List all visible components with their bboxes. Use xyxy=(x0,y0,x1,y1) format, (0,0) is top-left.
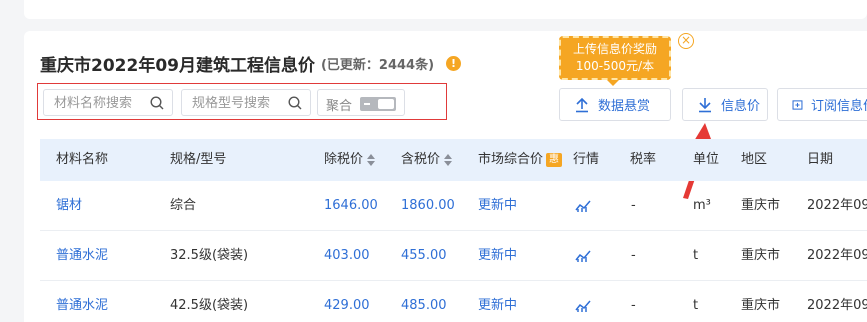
spec-cell: 综合 xyxy=(170,198,197,213)
column-date: 日期 xyxy=(807,152,834,167)
table-header: 材料名称 规格/型号 除税价 含税价 市场综合价惠 行情 税率 单位 地区 日期 xyxy=(40,139,867,181)
taxed-price-cell: 1860.00 xyxy=(401,198,455,213)
page-title: 重庆市2022年09月建筑工程信息价 xyxy=(40,56,315,76)
download-price-button[interactable]: 信息价 xyxy=(682,88,768,121)
tax-rate-cell: - xyxy=(631,298,636,313)
toggle-off-mark xyxy=(364,103,370,105)
discount-badge: 惠 xyxy=(546,152,563,167)
download-icon xyxy=(699,97,711,112)
column-spec: 规格/型号 xyxy=(170,152,227,167)
promo-line-1: 上传信息价奖励 xyxy=(572,42,657,56)
spec-cell: 42.5级(袋装) xyxy=(170,298,249,313)
column-trend: 行情 xyxy=(573,152,600,167)
column-market-price: 市场综合价惠 xyxy=(478,139,563,181)
market-price-cell[interactable]: 更新中 xyxy=(478,231,517,281)
column-pretax-price[interactable]: 除税价 xyxy=(324,139,376,181)
region-cell: 重庆市 xyxy=(741,298,781,313)
top-card xyxy=(24,0,867,19)
data-bounty-label: 数据悬赏 xyxy=(598,99,651,114)
material-search-input[interactable] xyxy=(54,94,150,112)
promo-pointer xyxy=(607,80,619,86)
column-material-name: 材料名称 xyxy=(56,152,109,167)
taxed-price-cell: 455.00 xyxy=(401,248,447,263)
material-name-link[interactable]: 普通水泥 xyxy=(56,281,108,322)
column-taxed-price[interactable]: 含税价 xyxy=(401,139,453,181)
update-count: (已更新：2444条) xyxy=(320,58,435,73)
subscribe-button[interactable]: 订阅信息价 xyxy=(777,88,867,121)
trend-chart-icon[interactable] xyxy=(575,281,591,322)
taxed-price-cell: 485.00 xyxy=(401,298,447,313)
column-pretax-label: 除税价 xyxy=(324,152,364,167)
filter-group: 聚合 xyxy=(37,83,447,120)
promo-line-2: 100-500元/本 xyxy=(575,59,655,73)
download-price-label: 信息价 xyxy=(721,99,761,114)
column-taxed-label: 含税价 xyxy=(401,152,441,167)
market-price-cell[interactable]: 更新中 xyxy=(478,181,517,231)
spec-cell: 32.5级(袋装) xyxy=(170,248,249,263)
price-info-panel: 重庆市2022年09月建筑工程信息价 (已更新：2444条) ! 聚合 上传信息… xyxy=(24,31,867,322)
data-bounty-button[interactable]: 数据悬赏 xyxy=(559,88,671,121)
material-search[interactable] xyxy=(43,89,173,116)
aggregate-label: 聚合 xyxy=(326,99,353,114)
sort-icon[interactable] xyxy=(444,153,453,166)
column-market-label: 市场综合价 xyxy=(478,152,544,167)
date-cell: 2022年09月 xyxy=(807,248,867,263)
search-icon[interactable] xyxy=(288,96,302,110)
spec-search-input[interactable] xyxy=(192,94,288,112)
spec-search[interactable] xyxy=(181,89,311,116)
upload-icon xyxy=(576,97,588,112)
toggle-knob xyxy=(378,99,394,109)
close-icon[interactable]: × xyxy=(678,33,694,49)
sort-icon[interactable] xyxy=(367,153,376,166)
pretax-price-cell: 403.00 xyxy=(324,248,370,263)
table-row: 普通水泥 42.5级(袋装) 429.00 485.00 更新中 - t 重庆市… xyxy=(40,281,867,322)
trend-chart-icon[interactable] xyxy=(575,181,591,231)
table-row: 锯材 综合 1646.00 1860.00 更新中 - m³ 重庆市 2022年… xyxy=(40,181,867,231)
material-name-link[interactable]: 锯材 xyxy=(56,181,82,231)
tax-rate-cell: - xyxy=(631,198,636,213)
market-price-cell[interactable]: 更新中 xyxy=(478,281,517,322)
title-row: 重庆市2022年09月建筑工程信息价 (已更新：2444条) ! xyxy=(40,51,462,76)
column-region: 地区 xyxy=(741,152,768,167)
tax-rate-cell: - xyxy=(631,248,636,263)
pretax-price-cell: 1646.00 xyxy=(324,198,378,213)
unit-cell: t xyxy=(693,248,699,263)
date-cell: 2022年09月 xyxy=(807,298,867,313)
trend-chart-icon[interactable] xyxy=(575,231,591,281)
subscribe-icon xyxy=(792,99,803,110)
date-cell: 2022年09月 xyxy=(807,198,867,213)
aggregate-control: 聚合 xyxy=(317,89,405,116)
region-cell: 重庆市 xyxy=(741,248,781,263)
subscribe-label: 订阅信息价 xyxy=(810,99,867,114)
upload-reward-promo[interactable]: 上传信息价奖励 100-500元/本 xyxy=(559,36,671,80)
table-row: 普通水泥 32.5级(袋装) 403.00 455.00 更新中 - t 重庆市… xyxy=(40,231,867,281)
region-cell: 重庆市 xyxy=(741,198,781,213)
column-tax-rate: 税率 xyxy=(630,152,657,167)
info-icon[interactable]: ! xyxy=(446,56,462,71)
column-unit: 单位 xyxy=(693,152,720,167)
pretax-price-cell: 429.00 xyxy=(324,298,370,313)
search-icon[interactable] xyxy=(150,96,164,110)
material-name-link[interactable]: 普通水泥 xyxy=(56,231,108,281)
unit-cell: m³ xyxy=(693,198,711,213)
unit-cell: t xyxy=(693,298,699,313)
aggregate-toggle[interactable] xyxy=(360,97,396,111)
